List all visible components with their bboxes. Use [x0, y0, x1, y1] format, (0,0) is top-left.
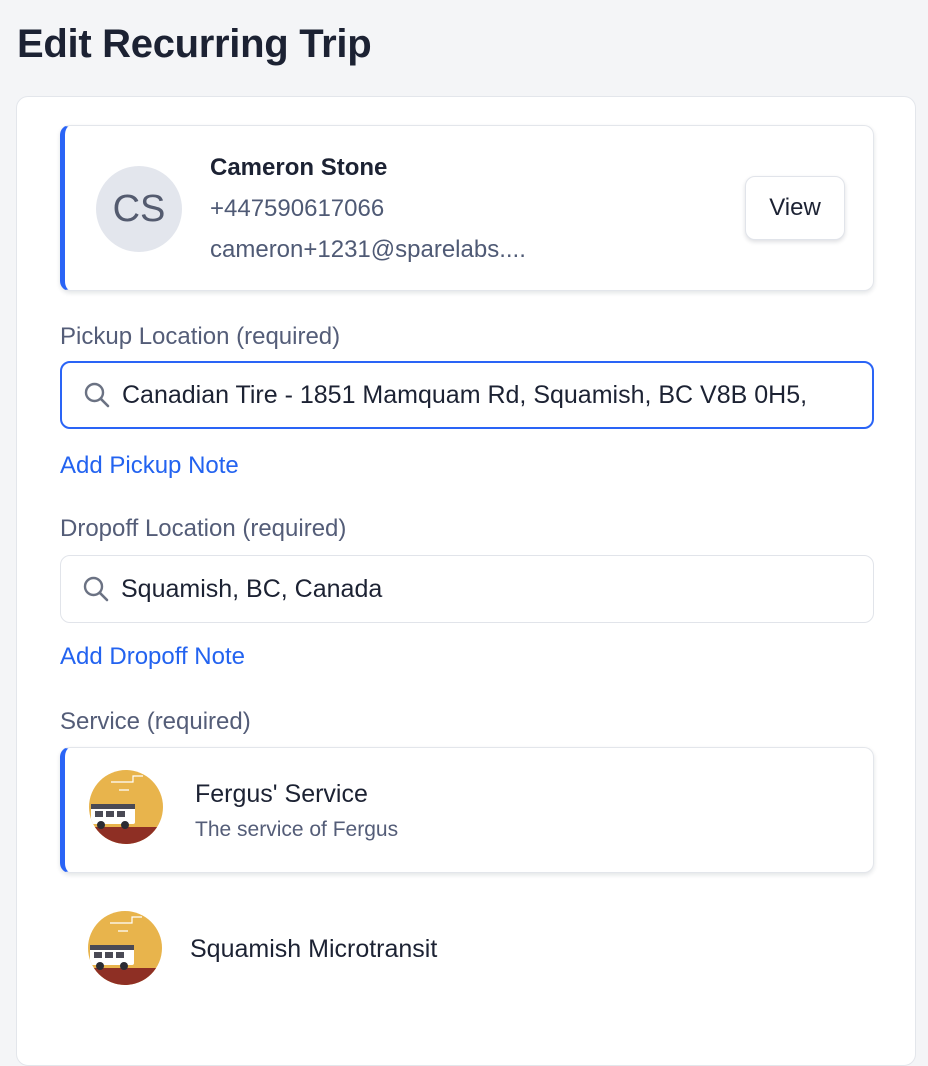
rider-name: Cameron Stone [210, 154, 388, 181]
dropoff-label: Dropoff Location (required) [60, 515, 347, 542]
page-title: Edit Recurring Trip [17, 22, 372, 66]
pickup-label: Pickup Location (required) [60, 323, 341, 350]
bus-logo-icon [89, 770, 163, 844]
view-rider-button[interactable]: View [745, 176, 845, 240]
rider-phone: +447590617066 [210, 195, 385, 222]
search-icon [83, 576, 109, 602]
service-label: Service (required) [60, 708, 251, 735]
add-dropoff-note-link[interactable]: Add Dropoff Note [60, 643, 245, 671]
add-pickup-note-link[interactable]: Add Pickup Note [60, 452, 239, 480]
pickup-field[interactable] [60, 361, 874, 429]
search-icon [84, 382, 110, 408]
rider-card: CS Cameron Stone +447590617066 cameron+1… [60, 125, 874, 291]
service-option-fergus[interactable]: Fergus' Service The service of Fergus [60, 747, 874, 873]
edit-trip-panel: CS Cameron Stone +447590617066 cameron+1… [16, 96, 916, 1066]
service-description: The service of Fergus [195, 818, 399, 841]
service-name: Fergus' Service [195, 780, 368, 808]
dropoff-input[interactable] [121, 574, 871, 604]
bus-logo-icon [88, 911, 162, 985]
service-option-squamish-microtransit[interactable]: Squamish Microtransit [60, 887, 874, 1013]
rider-email: cameron+1231@sparelabs.... [210, 236, 526, 263]
dropoff-field[interactable] [60, 555, 874, 623]
service-name: Squamish Microtransit [190, 935, 438, 963]
avatar: CS [96, 166, 182, 252]
pickup-input[interactable] [122, 380, 872, 410]
